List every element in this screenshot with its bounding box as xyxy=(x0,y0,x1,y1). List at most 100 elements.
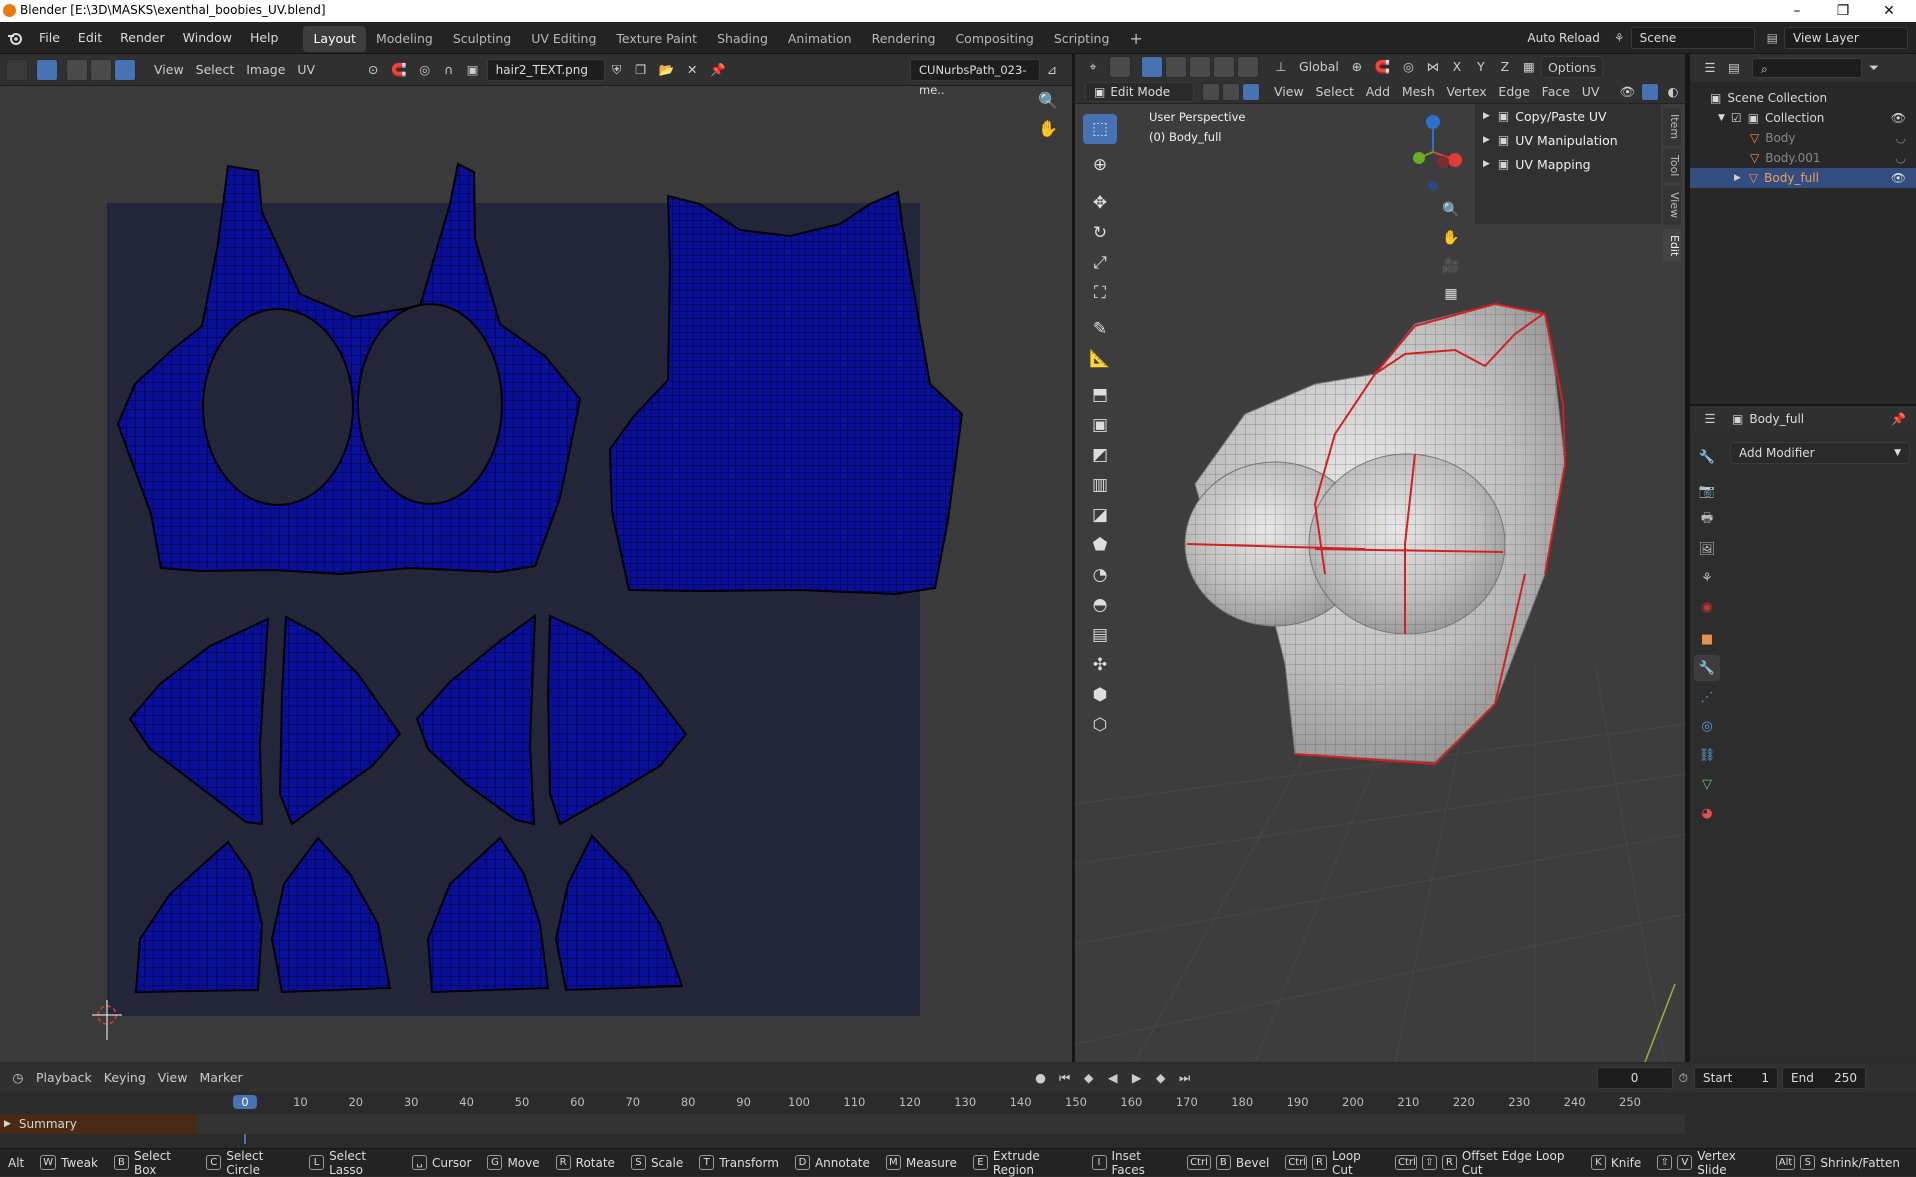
add-modifier-dropdown[interactable]: Add Modifier ▼ xyxy=(1730,442,1910,464)
shear-tool-icon[interactable]: ⬢ xyxy=(1083,680,1117,710)
measure-tool-icon[interactable]: 📐 xyxy=(1083,344,1117,374)
eye-icon[interactable]: 👁 xyxy=(1891,108,1906,128)
loop-cut-tool-icon[interactable]: ▥ xyxy=(1083,470,1117,500)
vp-menu-add[interactable]: Add xyxy=(1360,81,1396,103)
add-workspace-button[interactable]: + xyxy=(1119,26,1152,52)
pin-icon[interactable]: 📌 xyxy=(1891,412,1906,426)
checkbox-icon[interactable]: ☑ xyxy=(1731,108,1742,128)
pivot-point-icon[interactable]: ⊕ xyxy=(1345,56,1369,78)
pan-view-icon[interactable]: ✋ xyxy=(1437,224,1465,252)
jump-start-button[interactable]: ⏮ xyxy=(1053,1067,1077,1089)
uv-canvas[interactable] xyxy=(0,94,1072,1062)
vp-menu-mesh[interactable]: Mesh xyxy=(1396,81,1441,103)
properties-editor-type-icon[interactable]: ☰ xyxy=(1698,408,1722,430)
close-button[interactable]: ✕ xyxy=(1866,0,1912,22)
render-tab-icon[interactable]: 📷 xyxy=(1694,478,1720,504)
sidebar-tab-view[interactable]: View xyxy=(1663,186,1681,225)
modifier-tab-icon[interactable]: 🔧 xyxy=(1694,655,1720,681)
outliner-editor-type-icon[interactable]: ☰ xyxy=(1698,57,1722,79)
bevel-tool-icon[interactable]: ◩ xyxy=(1083,440,1117,470)
record-button[interactable]: ● xyxy=(1029,1067,1053,1089)
snap-icon[interactable]: 🧲 xyxy=(385,59,413,81)
panel-uv-manipulation[interactable]: ▶ ▣ UV Manipulation xyxy=(1475,128,1661,152)
transform-tool-icon[interactable]: ⛶ xyxy=(1083,278,1117,308)
overlay-icon[interactable]: ◐ xyxy=(1661,81,1685,103)
world-tab-icon[interactable]: ◉ xyxy=(1694,594,1720,620)
select-subtract-icon[interactable] xyxy=(1189,56,1211,78)
uv-menu-uv[interactable]: UV xyxy=(291,59,321,81)
select-extend-icon[interactable] xyxy=(1165,56,1187,78)
tab-sculpting[interactable]: Sculpting xyxy=(443,26,521,52)
outliner-object-body[interactable]: ▽ Body ◡ xyxy=(1690,128,1916,148)
sidebar-tab-item[interactable]: Item xyxy=(1663,108,1681,146)
jump-end-button[interactable]: ⏭ xyxy=(1173,1067,1197,1089)
minimize-button[interactable]: – xyxy=(1774,0,1820,22)
mirror-y-toggle[interactable]: Y xyxy=(1469,56,1493,78)
select-new-icon[interactable] xyxy=(1141,56,1163,78)
outliner-collection[interactable]: ▼ ☑ ▣ Collection 👁 xyxy=(1690,108,1916,128)
tl-menu-view[interactable]: View xyxy=(152,1067,194,1089)
menu-playback[interactable]: Playback xyxy=(30,1067,98,1089)
outliner-search-input[interactable]: ⌕ xyxy=(1752,58,1862,78)
eye-hidden-icon[interactable]: ◡ xyxy=(1896,128,1906,148)
outliner-object-body-001[interactable]: ▽ Body.001 ◡ xyxy=(1690,148,1916,168)
pivot-icon[interactable]: ⊙ xyxy=(361,59,385,81)
fake-user-icon[interactable]: ⛨ xyxy=(605,59,629,81)
viewport-editor-type-icon[interactable]: ⌖ xyxy=(1081,56,1105,78)
transform-orientation-dropdown[interactable]: Global xyxy=(1293,56,1345,78)
tab-animation[interactable]: Animation xyxy=(778,26,862,52)
output-tab-icon[interactable]: 🖶 xyxy=(1694,507,1720,533)
select-intersect-icon[interactable] xyxy=(1237,56,1259,78)
edge-mode-icon[interactable] xyxy=(1222,82,1241,101)
expand-arrow-icon[interactable]: ▶ xyxy=(4,1119,11,1129)
menu-help[interactable]: Help xyxy=(241,22,288,54)
falloff-icon[interactable]: ∩ xyxy=(437,59,461,81)
inset-tool-icon[interactable]: ▣ xyxy=(1083,410,1117,440)
tab-shading[interactable]: Shading xyxy=(707,26,778,52)
physics-tab-icon[interactable]: ◎ xyxy=(1694,713,1720,739)
zoom-icon[interactable]: 🔍 xyxy=(1036,88,1060,112)
material-tab-icon[interactable]: ◕ xyxy=(1694,800,1720,826)
tab-scripting[interactable]: Scripting xyxy=(1044,26,1120,52)
vp-menu-select[interactable]: Select xyxy=(1310,81,1360,103)
particles-tab-icon[interactable]: ⋰ xyxy=(1694,684,1720,710)
menu-window[interactable]: Window xyxy=(174,22,241,54)
view-layer-tab-icon[interactable]: 🖼 xyxy=(1694,536,1720,562)
uv-map-field[interactable]: CUNurbsPath_023-me.. xyxy=(910,58,1040,97)
data-tab-icon[interactable]: ▽ xyxy=(1694,771,1720,797)
tab-texture-paint[interactable]: Texture Paint xyxy=(606,26,707,52)
sidebar-tab-edit[interactable]: Edit xyxy=(1663,228,1681,262)
camera-view-icon[interactable]: 🎥 xyxy=(1437,252,1465,280)
vertex-select-icon[interactable] xyxy=(66,58,88,81)
timeline-editor-type-icon[interactable]: ◷ xyxy=(6,1067,30,1089)
uv-editor-type-icon[interactable] xyxy=(6,58,28,81)
panel-uv-mapping[interactable]: ▶ ▣ UV Mapping xyxy=(1475,152,1661,176)
tab-compositing[interactable]: Compositing xyxy=(945,26,1043,52)
image-name-field[interactable]: hair2_TEXT.png xyxy=(486,58,605,81)
vp-menu-vertex[interactable]: Vertex xyxy=(1441,81,1493,103)
tab-rendering[interactable]: Rendering xyxy=(862,26,946,52)
mesh-body-full[interactable] xyxy=(1184,302,1567,766)
shrink-fatten-tool-icon[interactable]: ✣ xyxy=(1083,650,1117,680)
play-button[interactable]: ▶ xyxy=(1125,1067,1149,1089)
mirror-icon[interactable]: ⋈ xyxy=(1420,56,1445,78)
uv-menu-image[interactable]: Image xyxy=(240,59,291,81)
auto-merge-icon[interactable]: ▦ xyxy=(1517,56,1541,78)
uv-menu-view[interactable]: View xyxy=(148,59,190,81)
eye-hidden-icon[interactable]: ◡ xyxy=(1896,148,1906,168)
navigation-gizmo[interactable] xyxy=(1385,110,1485,200)
menu-file[interactable]: File xyxy=(30,22,69,54)
panel-copy-paste-uv[interactable]: ▶ ▣ Copy/Paste UV xyxy=(1475,104,1661,128)
end-frame-field[interactable]: End 250 xyxy=(1782,1067,1866,1089)
poly-build-tool-icon[interactable]: ⬟ xyxy=(1083,530,1117,560)
unlink-image-icon[interactable]: ✕ xyxy=(680,59,704,81)
zoom-view-icon[interactable]: 🔍 xyxy=(1437,196,1465,224)
outliner-object-body-full[interactable]: ▶ ▽ Body_full 👁 xyxy=(1690,168,1916,188)
view-layer-field[interactable]: View Layer xyxy=(1784,26,1908,49)
new-image-icon[interactable]: ❐ xyxy=(629,59,653,81)
annotate-tool-icon[interactable]: ✎ xyxy=(1083,314,1117,344)
frame-ruler[interactable]: 0 10 20 30 40 50 60 70 80 90 100 110 120 130 140 150 160… xyxy=(0,1092,1686,1144)
menu-marker[interactable]: Marker xyxy=(193,1067,248,1089)
face-select-icon[interactable] xyxy=(114,58,136,81)
filter-icon[interactable]: ⏷ xyxy=(1862,57,1886,79)
